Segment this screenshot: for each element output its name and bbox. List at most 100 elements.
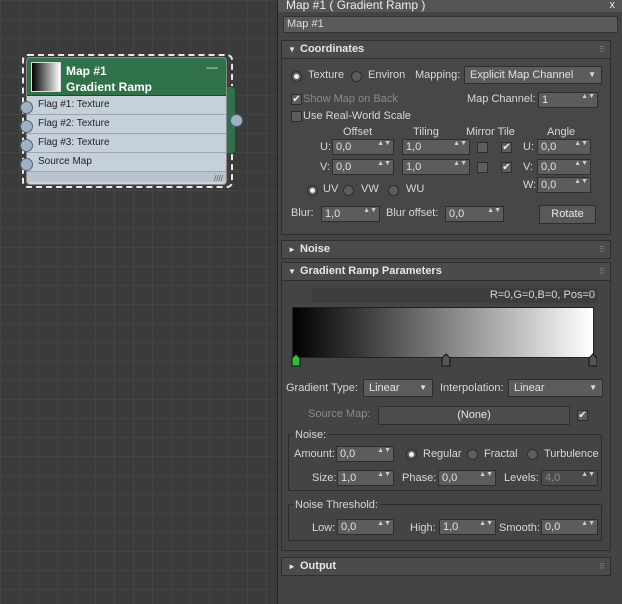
rollout-output-label: Output: [300, 560, 337, 572]
node-input-flag1[interactable]: Flag #1: Texture: [27, 96, 226, 115]
size-label: Size:: [312, 472, 337, 484]
v-tile-checkbox[interactable]: ✔: [501, 162, 512, 173]
gradient-ramp-bar[interactable]: [292, 307, 594, 358]
size-spinner[interactable]: 1,0 ▲▼: [337, 470, 394, 486]
rollout-output[interactable]: ► Output ⠿: [281, 557, 611, 576]
vw-label: VW: [361, 183, 379, 195]
u-tiling-spinner[interactable]: 1,0 ▲▼: [402, 139, 470, 155]
u-mirror-checkbox[interactable]: [477, 142, 488, 153]
regular-label: Regular: [423, 448, 462, 460]
levels-label: Levels:: [504, 472, 539, 484]
real-world-scale-checkbox[interactable]: [291, 111, 302, 122]
smooth-spinner[interactable]: 0,0 ▲▼: [541, 519, 598, 535]
blur-label: Blur:: [291, 207, 314, 219]
noise-threshold-label: Noise Threshold:: [293, 499, 380, 511]
show-map-on-back-checkbox[interactable]: ✔: [291, 94, 302, 105]
rollout-grip-icon: ⠿: [599, 45, 605, 54]
map-channel-label: Map Channel:: [467, 93, 536, 105]
texture-label: Texture: [308, 69, 345, 81]
tiling-header: Tiling: [413, 126, 439, 138]
real-world-scale-label: Use Real-World Scale: [303, 110, 412, 122]
map-name-field[interactable]: Map #1: [283, 16, 618, 33]
amount-spinner[interactable]: 0,0 ▲▼: [336, 446, 394, 462]
v-offset-spinner[interactable]: 0,0 ▲▼: [332, 159, 394, 175]
source-map-checkbox[interactable]: ✔: [577, 410, 588, 421]
mapping-dropdown[interactable]: Explicit Map Channel ▼: [464, 66, 602, 84]
u-offset-spinner[interactable]: 0,0 ▲▼: [332, 139, 394, 155]
gradient-type-label: Gradient Type:: [286, 382, 358, 394]
u-angle-label: U:: [523, 141, 534, 153]
u-angle-spinner[interactable]: 0,0 ▲▼: [537, 139, 591, 155]
map-channel-value: 1: [542, 94, 549, 106]
w-angle-spinner[interactable]: 0,0 ▲▼: [537, 177, 591, 193]
resize-grip-icon[interactable]: ////: [214, 174, 223, 183]
v-mirror-checkbox[interactable]: [477, 162, 488, 173]
input-socket-flag2[interactable]: [20, 120, 33, 133]
minimize-icon[interactable]: —: [206, 60, 218, 74]
offset-header: Offset: [343, 126, 373, 138]
node-thumbnail: [31, 62, 61, 92]
fractal-radio[interactable]: [467, 449, 478, 460]
source-map-button[interactable]: (None): [378, 406, 570, 425]
u-tile-checkbox[interactable]: ✔: [501, 142, 512, 153]
environ-radio[interactable]: [351, 71, 362, 82]
chevron-down-icon: ▼: [419, 383, 427, 392]
fractal-label: Fractal: [484, 448, 518, 460]
rollout-coordinates[interactable]: ▼ Coordinates ⠿: [281, 40, 611, 59]
flag-middle-icon: [441, 353, 451, 367]
input-socket-flag3[interactable]: [20, 139, 33, 152]
gradient-ramp-node[interactable]: Map #1 Gradient Ramp — Flag #1: Texture F…: [26, 57, 227, 185]
low-label: Low:: [312, 522, 336, 534]
wu-radio[interactable]: [388, 185, 399, 196]
gradient-flags[interactable]: [291, 352, 597, 368]
input-socket-flag1[interactable]: [20, 101, 33, 114]
map-channel-spinner[interactable]: 1 ▲▼: [538, 92, 598, 108]
chevron-down-icon: ▼: [588, 70, 596, 79]
expanded-icon: ▼: [288, 267, 296, 276]
turbulence-radio[interactable]: [527, 449, 538, 460]
low-spinner[interactable]: 0,0 ▲▼: [337, 519, 394, 535]
mapping-label: Mapping:: [415, 69, 461, 81]
node-header[interactable]: Map #1 Gradient Ramp —: [27, 58, 226, 96]
v-tiling-spinner[interactable]: 1,0 ▲▼: [402, 159, 470, 175]
uv-label: UV: [323, 183, 339, 195]
v-angle-spinner[interactable]: 0,0 ▲▼: [537, 159, 591, 175]
node-input-flag3[interactable]: Flag #3: Texture: [27, 134, 226, 153]
flag-middle: [441, 353, 451, 367]
blur-offset-spinner[interactable]: 0,0 ▲▼: [445, 206, 504, 222]
regular-radio[interactable]: [406, 449, 417, 460]
node-input-source-map[interactable]: Source Map: [27, 153, 226, 172]
coordinates-section: Texture Environ Mapping: Explicit Map Ch…: [281, 59, 611, 235]
close-icon[interactable]: x: [610, 0, 616, 11]
turbulence-label: Turbulence: [544, 448, 599, 460]
blur-spinner[interactable]: 1,0 ▲▼: [321, 206, 380, 222]
high-spinner[interactable]: 1,0 ▲▼: [439, 519, 496, 535]
wu-label: WU: [406, 183, 425, 195]
u-label: U:: [320, 141, 331, 153]
node-title-type: Gradient Ramp: [66, 80, 153, 94]
node-input-flag2[interactable]: Flag #2: Texture: [27, 115, 226, 134]
rollout-noise[interactable]: ► Noise ⠿: [281, 240, 611, 259]
panel-titlebar[interactable]: Map #1 ( Gradient Ramp ) x: [278, 0, 622, 12]
w-angle-label: W:: [523, 179, 537, 191]
panel-title: Map #1 ( Gradient Ramp ): [286, 0, 426, 12]
v-angle-label: V:: [523, 161, 533, 173]
flag-start: [291, 353, 301, 367]
uv-radio[interactable]: [307, 185, 318, 196]
input-socket-source-map[interactable]: [20, 158, 33, 171]
phase-spinner[interactable]: 0,0 ▲▼: [438, 470, 496, 486]
levels-spinner[interactable]: 4,0 ▲▼: [541, 470, 598, 486]
flag-end-icon: [588, 353, 597, 367]
vw-radio[interactable]: [343, 185, 354, 196]
v-label: V:: [320, 161, 330, 173]
phase-label: Phase:: [402, 472, 437, 484]
slate-view[interactable]: Map #1 Gradient Ramp — Flag #1: Texture F…: [0, 0, 277, 604]
output-socket[interactable]: [230, 114, 243, 127]
rotate-button[interactable]: Rotate: [539, 205, 596, 224]
gradient-type-dropdown[interactable]: Linear ▼: [363, 379, 433, 397]
node-footer: ////: [27, 172, 226, 183]
interpolation-dropdown[interactable]: Linear ▼: [508, 379, 603, 397]
texture-radio[interactable]: [291, 71, 302, 82]
rollout-gradient-ramp[interactable]: ▼ Gradient Ramp Parameters ⠿: [281, 262, 611, 281]
chevron-down-icon: ▼: [589, 383, 597, 392]
